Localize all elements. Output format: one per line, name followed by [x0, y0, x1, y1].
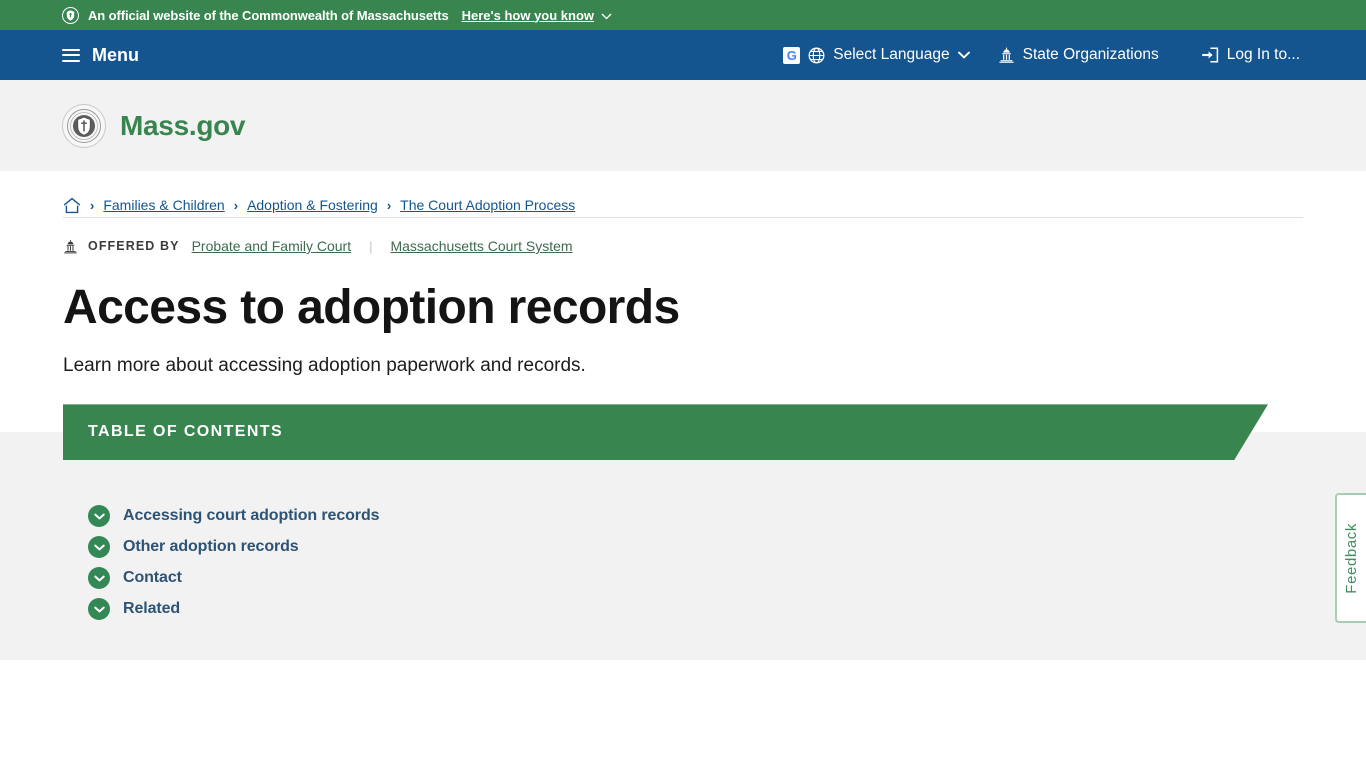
chevron-down-circle-icon — [88, 536, 110, 559]
breadcrumb-item-court-adoption-process[interactable]: The Court Adoption Process — [400, 197, 575, 213]
log-in-label: Log In to... — [1226, 46, 1300, 63]
google-translate-icon: G — [783, 46, 801, 64]
chevron-down-circle-icon — [88, 505, 110, 528]
toc-item-label: Other adoption records — [123, 538, 299, 556]
breadcrumb-separator: › — [386, 197, 392, 213]
offered-by-divider: | — [369, 238, 373, 254]
brand-name: Mass.gov — [120, 109, 246, 141]
toc-heading: TABLE OF CONTENTS — [88, 423, 284, 441]
feedback-label: Feedback — [1343, 522, 1360, 594]
toc-list: Accessing court adoption records Other a… — [88, 505, 380, 621]
utility-navigation-bar: Menu G Select Language State Organizatio… — [0, 30, 1366, 80]
hamburger-icon — [62, 48, 80, 62]
table-of-contents-section: TABLE OF CONTENTS Accessing court adopti… — [0, 404, 1366, 661]
toc-item-contact[interactable]: Contact — [88, 567, 379, 590]
breadcrumb-item-adoption-fostering[interactable]: Adoption & Fostering — [247, 197, 378, 213]
toc-item-related[interactable]: Related — [88, 598, 379, 621]
banner-text: An official website of the Commonwealth … — [88, 7, 449, 23]
select-language-dropdown[interactable]: G Select Language — [783, 30, 981, 80]
capitol-building-icon — [998, 47, 1015, 63]
page-subtitle: Learn more about accessing adoption pape… — [63, 355, 586, 377]
shield-seal-icon — [62, 6, 79, 24]
chevron-down-icon — [601, 8, 612, 23]
offered-by: OFFERED BY Probate and Family Court | Ma… — [0, 218, 1366, 254]
site-header: Mass.gov SEARCH — [0, 80, 1366, 232]
globe-icon — [808, 47, 825, 64]
breadcrumb-item-families-children[interactable]: Families & Children — [103, 197, 224, 213]
main-content: › Families & Children › Adoption & Foste… — [0, 171, 1366, 661]
capitol-building-icon — [63, 239, 78, 254]
offered-by-label: OFFERED BY — [88, 239, 180, 253]
breadcrumb-separator: › — [90, 197, 95, 213]
breadcrumb-separator: › — [233, 197, 239, 213]
toc-item-label: Related — [123, 600, 181, 618]
page-title: Access to adoption records — [63, 281, 680, 334]
chevron-down-icon — [957, 51, 970, 59]
log-in-button[interactable]: Log In to... — [1175, 30, 1366, 80]
massachusetts-state-seal-icon — [62, 103, 106, 148]
main-menu-button[interactable]: Menu — [62, 45, 139, 66]
state-organizations-label: State Organizations — [1022, 46, 1159, 63]
menu-label: Menu — [92, 44, 139, 65]
chevron-down-circle-icon — [88, 567, 110, 590]
offered-by-probate-family-court[interactable]: Probate and Family Court — [190, 238, 354, 254]
toc-item-accessing-court-adoption-records[interactable]: Accessing court adoption records — [88, 505, 380, 528]
toc-item-label: Accessing court adoption records — [123, 507, 380, 525]
how-you-know-label: Here's how you know — [461, 7, 595, 23]
feedback-tab[interactable]: Feedback — [1335, 493, 1366, 623]
chevron-down-circle-icon — [88, 598, 110, 621]
toc-item-other-adoption-records[interactable]: Other adoption records — [88, 536, 379, 559]
select-language-label: Select Language — [833, 46, 950, 63]
home-icon[interactable] — [63, 197, 81, 214]
login-arrow-icon — [1201, 47, 1219, 63]
mass-gov-home-link[interactable]: Mass.gov — [62, 103, 246, 148]
official-website-banner: An official website of the Commonwealth … — [0, 0, 1366, 30]
offered-by-massachusetts-court-system[interactable]: Massachusetts Court System — [388, 238, 574, 254]
state-organizations-link[interactable]: State Organizations — [982, 30, 1175, 80]
toc-item-label: Contact — [123, 569, 182, 587]
breadcrumb: › Families & Children › Adoption & Foste… — [0, 171, 1366, 217]
how-you-know-toggle[interactable]: Here's how you know — [462, 8, 612, 23]
utility-nav-right-group: G Select Language State Organizations Lo… — [783, 30, 1366, 80]
toc-banner: TABLE OF CONTENTS — [63, 404, 1268, 460]
